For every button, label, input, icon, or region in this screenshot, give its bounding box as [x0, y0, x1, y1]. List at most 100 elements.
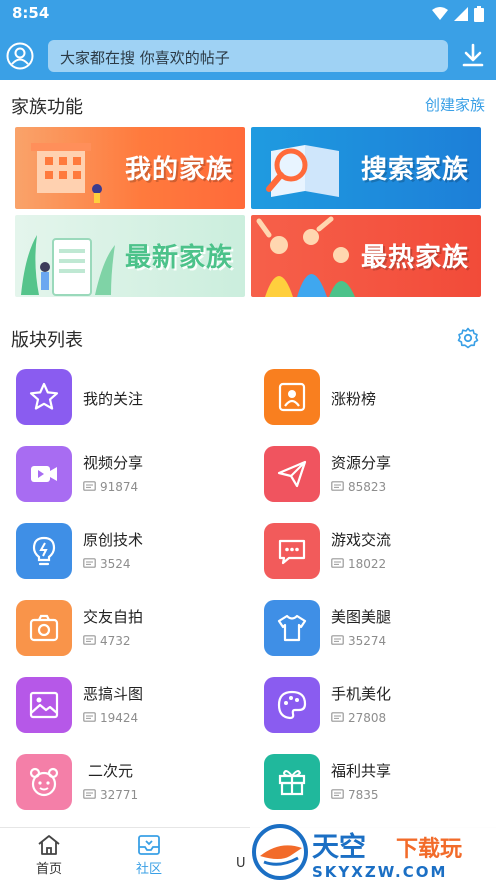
post-count-value: 19424: [100, 711, 139, 725]
board-item-original-tech[interactable]: 原创技术 3524: [16, 523, 246, 583]
board-item-phone-theme[interactable]: 手机美化 27808: [264, 677, 494, 737]
comment-icon: [83, 712, 96, 722]
board-name: 交友自拍: [83, 608, 144, 626]
fans-rank-icon: [264, 369, 320, 425]
watermark-logo: 天空 下载玩 SKYXZW.COM: [250, 822, 496, 881]
palette-icon: [264, 677, 320, 733]
board-name: 资源分享: [331, 454, 392, 472]
banner-newest-family[interactable]: 最新家族: [15, 215, 245, 297]
paper-plane-icon: [264, 446, 320, 502]
board-name: 美图美腿: [331, 608, 392, 626]
chat-bubble-icon: [264, 523, 320, 579]
signal-icon: [454, 7, 468, 21]
search-input[interactable]: 大家都在搜 你喜欢的帖子: [48, 40, 448, 72]
board-name: 涨粉榜: [331, 390, 377, 408]
comment-icon: [331, 558, 344, 568]
post-count: 3524: [83, 557, 131, 571]
board-item-resource-share[interactable]: 资源分享 85823: [264, 446, 494, 506]
shirt-icon: [264, 600, 320, 656]
board-item-my-follow[interactable]: 我的关注: [16, 369, 246, 429]
post-count-value: 85823: [348, 480, 387, 494]
banner-hottest-family[interactable]: 最热家族: [251, 215, 481, 297]
download-icon[interactable]: [460, 42, 486, 70]
user-avatar-icon[interactable]: [6, 42, 34, 70]
post-count: 32771: [83, 788, 138, 802]
board-item-welfare[interactable]: 福利共享 7835: [264, 754, 494, 814]
post-count-value: 27808: [348, 711, 387, 725]
comment-icon: [83, 789, 96, 799]
battery-icon: [474, 6, 484, 22]
family-section-title: 家族功能: [11, 97, 83, 118]
post-count-value: 3524: [100, 557, 131, 571]
post-count: 18022: [331, 557, 386, 571]
home-icon: [38, 835, 60, 855]
board-name: 视频分享: [83, 454, 144, 472]
banner-my-family-label: 我的家族: [124, 155, 233, 185]
board-item-funny-memes[interactable]: 恶搞斗图 19424: [16, 677, 246, 737]
post-count-value: 32771: [100, 788, 139, 802]
post-count-value: 35274: [348, 634, 387, 648]
board-item-anime[interactable]: 二次元 32771: [16, 754, 246, 814]
status-time: 8:54: [12, 4, 50, 22]
post-count-value: 4732: [100, 634, 131, 648]
banner-hottest-family-label: 最热家族: [360, 243, 469, 273]
banner-search-family[interactable]: 搜索家族: [251, 127, 481, 209]
post-count-value: 18022: [348, 557, 387, 571]
banner-my-family[interactable]: 我的家族: [15, 127, 245, 209]
book-search-illustration-icon: [266, 145, 339, 197]
status-bar: 8:54: [0, 0, 496, 28]
board-name: 游戏交流: [331, 531, 392, 549]
comment-icon: [83, 481, 96, 491]
plants-illustration-icon: [21, 235, 115, 296]
comment-icon: [331, 481, 344, 491]
board-item-game-chat[interactable]: 游戏交流 18022: [264, 523, 494, 583]
picture-icon: [16, 677, 72, 733]
board-name: 福利共享: [331, 762, 392, 780]
board-name: 恶搞斗图: [83, 685, 144, 703]
video-icon: [16, 446, 72, 502]
post-count: 19424: [83, 711, 138, 725]
nav-item-community[interactable]: 社区: [119, 834, 179, 877]
settings-gear-icon[interactable]: [457, 327, 479, 349]
board-name: 手机美化: [331, 685, 392, 703]
comment-icon: [83, 558, 96, 568]
svg-text:SKYXZW.COM: SKYXZW.COM: [312, 863, 447, 881]
board-name: 二次元: [88, 762, 134, 780]
create-family-link[interactable]: 创建家族: [425, 94, 485, 115]
gift-icon: [264, 754, 320, 810]
comment-icon: [331, 635, 344, 645]
post-count: 4732: [83, 634, 131, 648]
svg-text:天空: 天空: [312, 831, 366, 863]
app-header: 8:54 大家都在搜 你喜欢的帖子: [0, 0, 496, 80]
camera-icon: [16, 600, 72, 656]
banner-newest-family-label: 最新家族: [124, 243, 233, 273]
nav-label-home: 首页: [35, 862, 62, 877]
status-icons: [432, 6, 484, 22]
post-count: 35274: [331, 634, 386, 648]
cheering-people-illustration-icon: [256, 216, 355, 297]
search-row: 大家都在搜 你喜欢的帖子: [0, 36, 496, 76]
comment-icon: [331, 789, 344, 799]
post-count: 91874: [83, 480, 138, 494]
star-icon: [16, 369, 72, 425]
board-item-selfie[interactable]: 交友自拍 4732: [16, 600, 246, 660]
post-count: 27808: [331, 711, 386, 725]
comment-icon: [83, 635, 96, 645]
bear-icon: [16, 754, 72, 810]
nav-item-home[interactable]: 首页: [19, 834, 79, 877]
board-item-beauty-pics[interactable]: 美图美腿 35274: [264, 600, 494, 660]
svg-text:下载玩: 下载玩: [396, 836, 462, 862]
nav-label-community: 社区: [135, 862, 162, 877]
wifi-icon: [432, 7, 448, 20]
building-illustration-icon: [31, 143, 102, 203]
post-count: 7835: [331, 788, 379, 802]
post-count-value: 7835: [348, 788, 379, 802]
board-name: 我的关注: [83, 390, 144, 408]
board-name: 原创技术: [83, 531, 144, 549]
lightbulb-icon: [16, 523, 72, 579]
boards-section-title: 版块列表: [11, 330, 83, 351]
board-item-fans-rank[interactable]: 涨粉榜: [264, 369, 494, 429]
comment-icon: [331, 712, 344, 722]
board-item-video-share[interactable]: 视频分享 91874: [16, 446, 246, 506]
post-count-value: 91874: [100, 480, 139, 494]
